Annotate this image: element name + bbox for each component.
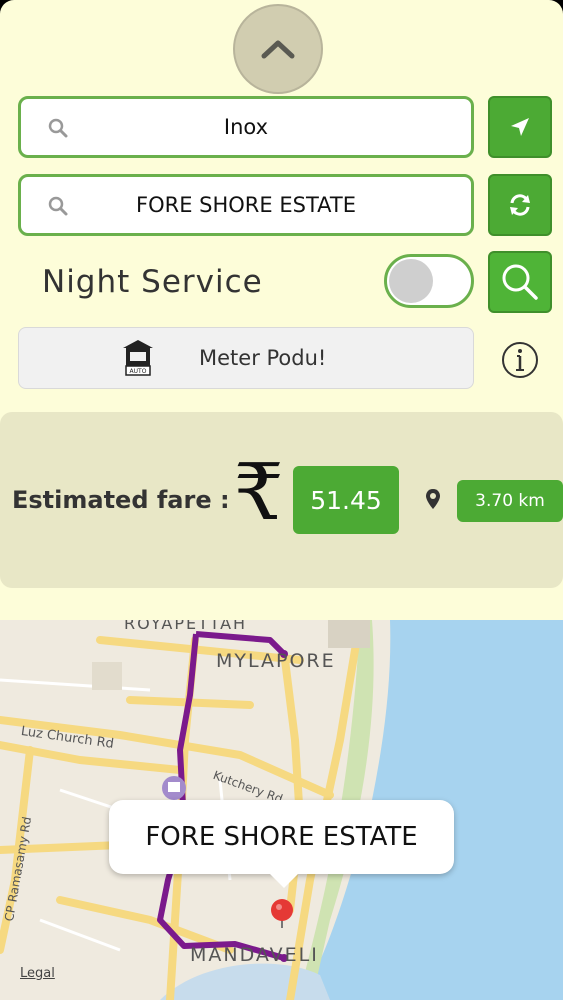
- chevron-up-icon: [261, 40, 295, 59]
- auto-icon-text: AUTO: [130, 368, 147, 375]
- map-label-mylapore: MYLAPORE: [216, 650, 336, 672]
- callout-tail: [268, 872, 300, 888]
- to-location-field[interactable]: FORE SHORE ESTATE: [18, 174, 474, 236]
- map-label-mandaveli: MANDAVELI: [190, 944, 319, 966]
- refresh-icon: [510, 194, 530, 216]
- route-panel: Inox FORE SHORE ESTATE Night Service AUT…: [0, 0, 563, 620]
- toggle-knob: [389, 259, 433, 303]
- rupee-symbol: ₹: [234, 448, 284, 538]
- estimated-fare-label: Estimated fare :: [12, 486, 230, 514]
- from-location-field[interactable]: Inox: [18, 96, 474, 158]
- meter-podu-label: Meter Podu!: [199, 346, 327, 370]
- distance-badge: 3.70 km: [457, 480, 563, 522]
- swap-route-button[interactable]: [488, 174, 552, 236]
- meter-podu-button[interactable]: AUTO Meter Podu!: [18, 327, 474, 389]
- fare-amount: 51.45: [293, 466, 399, 534]
- night-service-label: Night Service: [42, 264, 263, 300]
- info-icon[interactable]: [500, 340, 540, 380]
- search-icon: [48, 118, 68, 138]
- map-label-royapettah: ROYAPETTAH: [124, 620, 248, 633]
- search-fare-button[interactable]: [488, 251, 552, 313]
- map-pin-icon: [426, 489, 440, 509]
- search-icon: [502, 264, 538, 300]
- auto-rickshaw-icon: AUTO: [123, 340, 153, 376]
- from-location-value: Inox: [223, 115, 269, 139]
- location-arrow-icon: [511, 118, 529, 136]
- collapse-panel-button[interactable]: [233, 4, 323, 94]
- to-location-value: FORE SHORE ESTATE: [136, 193, 356, 217]
- destination-callout[interactable]: FORE SHORE ESTATE: [109, 800, 454, 874]
- current-location-button[interactable]: [488, 96, 552, 158]
- search-icon: [48, 196, 68, 216]
- legal-link[interactable]: Legal: [20, 966, 55, 981]
- night-service-toggle[interactable]: [384, 254, 474, 308]
